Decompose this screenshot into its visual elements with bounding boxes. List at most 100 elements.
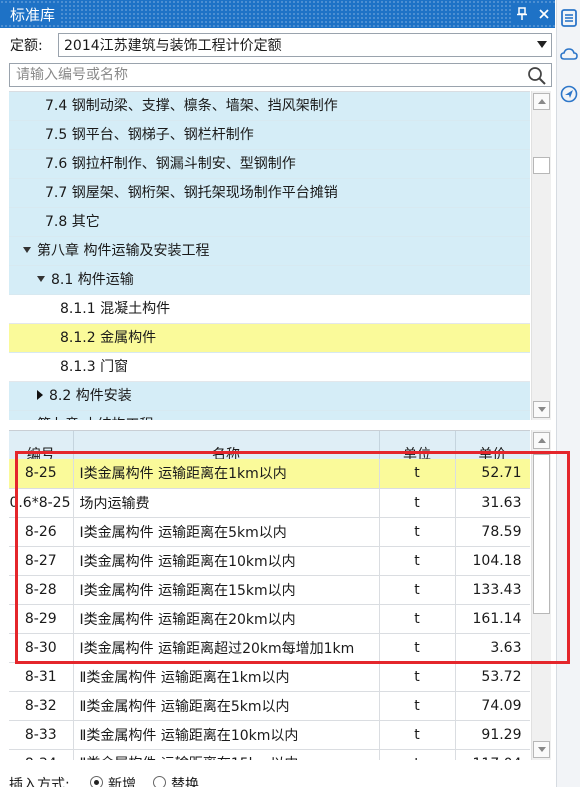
tree-item[interactable]: 8.1.2 金属构件 [9, 324, 530, 353]
cell-name: Ⅱ类金属构件 运输距离在15km以内 [73, 749, 380, 760]
side-toolbar [556, 0, 580, 787]
cell-code: 8-25*0.6 [9, 488, 74, 518]
quota-table: 编号 名称 单位 单价 8-25 Ⅰ类金属构件 运输距离在1km以内 t 52.71 8… [9, 430, 530, 760]
cell-price: 53.72 [455, 662, 530, 692]
tree-item-label: 7.6 钢拉杆制作、钢漏斗制安、型钢制作 [45, 156, 296, 172]
tree-item-label: 8.1.1 混凝土构件 [60, 301, 171, 317]
cell-code: 8-32 [9, 691, 74, 721]
col-header-name[interactable]: 名称 [73, 431, 380, 459]
table-row[interactable]: 8-31 Ⅱ类金属构件 运输距离在1km以内 t 53.72 [9, 662, 530, 692]
cell-price: 78.59 [455, 517, 530, 547]
col-header-unit[interactable]: 单位 [379, 431, 456, 459]
tree-scrollbar[interactable] [531, 91, 551, 420]
table-row[interactable]: 8-26 Ⅰ类金属构件 运输距离在5km以内 t 78.59 [9, 517, 530, 547]
tree-item-label: 7.8 其它 [45, 214, 100, 230]
tree-item[interactable]: 7.6 钢拉杆制作、钢漏斗制安、型钢制作 [9, 150, 530, 179]
cell-code: 8-28 [9, 575, 74, 605]
tree-scroll-down-icon[interactable] [533, 401, 550, 418]
tree-item[interactable]: 第九章 木结构工程 [9, 411, 530, 420]
cell-unit: t [379, 517, 456, 547]
radio-new-label: 新增 [108, 777, 136, 787]
table-row[interactable]: 8-34Ⅱ类金属构件 运输距离在15km以内t117.04 [9, 749, 530, 760]
cell-price: 74.09 [455, 691, 530, 721]
navigate-icon[interactable] [560, 84, 578, 104]
cell-name: Ⅰ类金属构件 运输距离在1km以内 [73, 459, 380, 489]
table-row[interactable]: 8-32 Ⅱ类金属构件 运输距离在5km以内 t 74.09 [9, 691, 530, 721]
tree-item[interactable]: 7.7 钢屋架、钢桁架、钢托架现场制作平台摊销 [9, 179, 530, 208]
radio-new[interactable] [90, 776, 103, 787]
search-input[interactable] [10, 64, 510, 86]
cell-code: 8-25 [9, 459, 74, 489]
chapter-tree: 7.4 钢制动梁、支撑、檩条、墙架、挡风架制作 7.5 钢平台、钢梯子、钢栏杆制作… [9, 91, 530, 420]
cell-code: 8-31 [9, 662, 74, 692]
table-row[interactable]: 8-27 Ⅰ类金属构件 运输距离在10km以内 t 104.18 [9, 546, 530, 576]
tree-item[interactable]: 8.2 构件安装 [9, 382, 530, 411]
table-row[interactable]: 8-25*0.6 场内运输费 t 31.63 [9, 488, 530, 518]
tree-item[interactable]: 7.5 钢平台、钢梯子、钢栏杆制作 [9, 121, 530, 150]
tree-item-label: 7.4 钢制动梁、支撑、檩条、墙架、挡风架制作 [45, 98, 338, 114]
table-row[interactable]: 8-33 Ⅱ类金属构件 运输距离在10km以内 t 91.29 [9, 720, 530, 750]
cell-price: 117.04 [455, 749, 530, 760]
cell-unit: t [379, 662, 456, 692]
pin-icon[interactable] [511, 3, 533, 25]
list-icon[interactable] [560, 8, 578, 28]
tree-item[interactable]: 8.1 构件运输 [9, 266, 530, 295]
tree-item-label: 8.1.3 门窗 [60, 359, 129, 375]
table-scroll-thumb[interactable] [533, 454, 550, 614]
cell-code: 8-33 [9, 720, 74, 750]
radio-replace-label: 替换 [171, 777, 199, 787]
close-icon[interactable] [533, 3, 555, 25]
table-row[interactable]: 8-30 Ⅰ类金属构件 运输距离超过20km每增加1km t 3.63 [9, 633, 530, 663]
quota-selected-value: 2014江苏建筑与装饰工程计价定额 [64, 38, 282, 54]
cell-code: 8-34 [9, 749, 74, 760]
table-scroll-up-icon[interactable] [533, 432, 550, 449]
cell-unit: t [379, 604, 456, 634]
tree-item-label: 8.1 构件运输 [51, 272, 134, 288]
cell-code: 8-29 [9, 604, 74, 634]
cell-price: 91.29 [455, 720, 530, 750]
cell-name: Ⅰ类金属构件 运输距离在10km以内 [73, 546, 380, 576]
tree-item-label: 8.2 构件安装 [49, 388, 132, 404]
cell-name: Ⅱ类金属构件 运输距离在1km以内 [73, 662, 380, 692]
cell-unit: t [379, 575, 456, 605]
cell-price: 3.63 [455, 633, 530, 663]
table-header-row: 编号 名称 单位 单价 [9, 431, 530, 459]
cloud-icon[interactable] [560, 44, 578, 64]
cell-unit: t [379, 633, 456, 663]
cell-name: Ⅰ类金属构件 运输距离超过20km每增加1km [73, 633, 380, 663]
table-row[interactable]: 8-28 Ⅰ类金属构件 运输距离在15km以内 t 133.43 [9, 575, 530, 605]
tree-scroll-thumb[interactable] [533, 157, 550, 174]
radio-replace[interactable] [153, 776, 166, 787]
cell-unit: t [379, 488, 456, 518]
cell-price: 31.63 [455, 488, 530, 518]
expand-down-icon[interactable] [37, 276, 45, 282]
table-row[interactable]: 8-25 Ⅰ类金属构件 运输距离在1km以内 t 52.71 [9, 459, 530, 489]
panel-titlebar: 标准库 [0, 0, 555, 28]
insert-mode-row: 插入方式: 新增 替换 [0, 770, 555, 787]
chevron-down-icon[interactable] [537, 41, 547, 48]
cell-unit: t [379, 749, 456, 760]
tree-item[interactable]: 8.1.1 混凝土构件 [9, 295, 530, 324]
cell-code: 8-30 [9, 633, 74, 663]
quota-row: 定额: 2014江苏建筑与装饰工程计价定额 [0, 30, 555, 60]
col-header-price[interactable]: 单价 [455, 431, 530, 459]
table-scroll-down-icon[interactable] [533, 741, 550, 758]
cell-name: Ⅱ类金属构件 运输距离在5km以内 [73, 691, 380, 721]
tree-item-label: 7.7 钢屋架、钢桁架、钢托架现场制作平台摊销 [45, 185, 338, 201]
tree-item[interactable]: 8.1.3 门窗 [9, 353, 530, 382]
cell-name: 场内运输费 [73, 488, 380, 518]
search-icon[interactable] [527, 66, 547, 86]
cell-unit: t [379, 720, 456, 750]
expand-down-icon[interactable] [23, 247, 31, 253]
expand-right-icon[interactable] [37, 390, 43, 400]
tree-item[interactable]: 7.8 其它 [9, 208, 530, 237]
panel-title: 标准库 [0, 3, 62, 25]
cell-price: 133.43 [455, 575, 530, 605]
table-scrollbar[interactable] [531, 430, 551, 760]
tree-item[interactable]: 7.4 钢制动梁、支撑、檩条、墙架、挡风架制作 [9, 92, 530, 121]
tree-item[interactable]: 第八章 构件运输及安装工程 [9, 237, 530, 266]
quota-select[interactable]: 2014江苏建筑与装饰工程计价定额 [58, 33, 552, 57]
tree-scroll-up-icon[interactable] [533, 93, 550, 110]
table-row[interactable]: 8-29 Ⅰ类金属构件 运输距离在20km以内 t 161.14 [9, 604, 530, 634]
col-header-code[interactable]: 编号 [9, 431, 74, 459]
